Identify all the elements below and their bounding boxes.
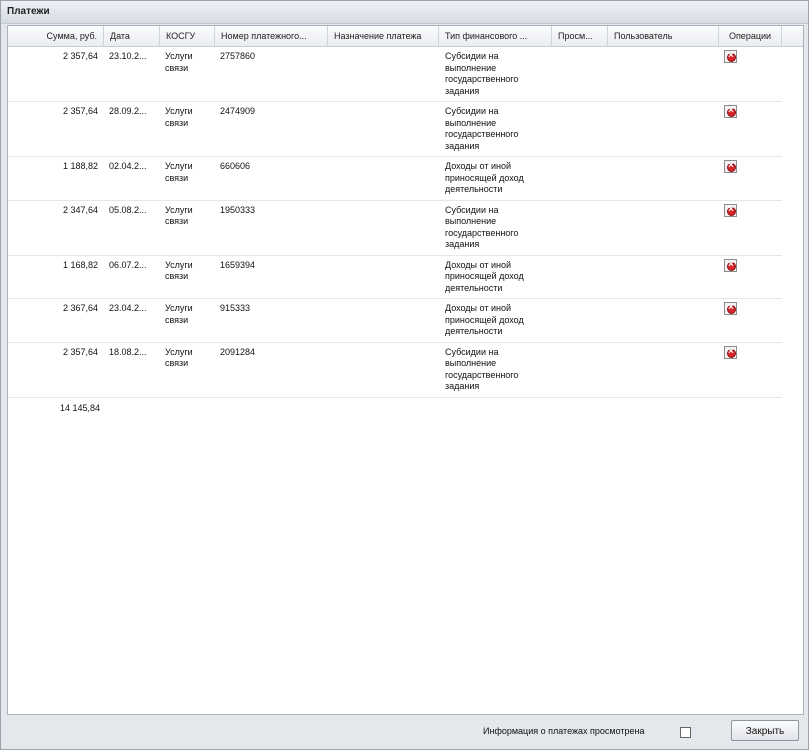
cell-payment-number: 2757860 bbox=[220, 51, 256, 61]
delete-icon[interactable] bbox=[724, 160, 737, 173]
cell-kosgu: Услуги связи bbox=[165, 161, 193, 183]
viewed-confirmation-label: Информация о платежах просмотрена bbox=[483, 726, 645, 736]
header-scroll-corner bbox=[782, 26, 803, 46]
cell-finance-type: Доходы от иной приносящей доход деятельн… bbox=[445, 303, 524, 336]
delete-icon[interactable] bbox=[724, 203, 737, 217]
payments-dialog: Платежи Сумма, руб. Дата КОСГУ Номер пла… bbox=[0, 0, 809, 750]
cell-payment-number: 660606 bbox=[220, 161, 251, 171]
header-operations[interactable]: Операции bbox=[719, 26, 782, 46]
table-row[interactable]: 2 357,64 18.08.2... Услуги связи 2091284 Суб… bbox=[8, 343, 782, 398]
cell-kosgu: Услуги связи bbox=[165, 346, 193, 369]
cell-payment-number: 1950333 bbox=[220, 204, 256, 215]
cell-amount: 2 367,64 bbox=[62, 303, 98, 313]
cell-date: 23.10.2... bbox=[109, 51, 147, 61]
cell-date: 23.04.2... bbox=[109, 303, 147, 313]
header-date[interactable]: Дата bbox=[104, 26, 160, 46]
delete-icon[interactable] bbox=[724, 258, 737, 272]
delete-icon[interactable] bbox=[724, 105, 737, 118]
table-row[interactable]: 2 357,64 23.10.2... Услуги связи 2757860 Суб… bbox=[8, 47, 782, 102]
delete-icon[interactable] bbox=[724, 302, 737, 315]
cell-amount: 2 357,64 bbox=[62, 106, 98, 116]
cell-amount: 2 357,64 bbox=[62, 51, 98, 61]
table-row[interactable]: 2 367,64 23.04.2... Услуги связи 915333 Дохо… bbox=[8, 299, 782, 343]
payments-grid: Сумма, руб. Дата КОСГУ Номер платежного.… bbox=[7, 25, 804, 715]
total-amount: 14 145,84 bbox=[59, 402, 100, 413]
header-user[interactable]: Пользователь bbox=[608, 26, 719, 46]
cell-finance-type: Субсидии на выполнение государственного … bbox=[445, 346, 519, 392]
cell-date: 28.09.2... bbox=[109, 106, 147, 116]
close-button[interactable]: Закрыть bbox=[731, 720, 799, 741]
grid-body: 2 357,64 23.10.2... Услуги связи 2757860 Суб… bbox=[8, 47, 782, 398]
dialog-title: Платежи bbox=[7, 6, 50, 17]
cell-date: 05.08.2... bbox=[109, 204, 147, 215]
table-row[interactable]: 2 357,64 28.09.2... Услуги связи 2474909 Суб… bbox=[8, 102, 782, 157]
header-kosgu[interactable]: КОСГУ bbox=[160, 26, 215, 46]
table-row[interactable]: 2 347,64 05.08.2... Услуги связи 1950333 Суб… bbox=[8, 201, 782, 256]
header-purpose[interactable]: Назначение платежа bbox=[328, 26, 439, 46]
cell-amount: 1 168,82 bbox=[62, 259, 98, 270]
table-row[interactable]: 1 188,82 02.04.2... Услуги связи 660606 Дохо… bbox=[8, 157, 782, 201]
dialog-titlebar[interactable]: Платежи bbox=[1, 1, 808, 24]
delete-icon[interactable] bbox=[724, 50, 737, 63]
cell-kosgu: Услуги связи bbox=[165, 106, 193, 128]
cell-finance-type: Доходы от иной приносящей доход деятельн… bbox=[445, 161, 524, 194]
cell-date: 06.07.2... bbox=[109, 259, 147, 270]
header-payment-number[interactable]: Номер платежного... bbox=[215, 26, 328, 46]
viewed-confirmation-checkbox[interactable] bbox=[680, 727, 691, 738]
cell-date: 02.04.2... bbox=[109, 161, 147, 171]
cell-finance-type: Субсидии на выполнение государственного … bbox=[445, 51, 519, 96]
header-amount[interactable]: Сумма, руб. bbox=[8, 26, 104, 46]
cell-finance-type: Субсидии на выполнение государственного … bbox=[445, 204, 519, 250]
cell-amount: 2 357,64 bbox=[62, 346, 98, 357]
cell-kosgu: Услуги связи bbox=[165, 204, 193, 227]
grid-header: Сумма, руб. Дата КОСГУ Номер платежного.… bbox=[8, 26, 803, 47]
cell-payment-number: 915333 bbox=[220, 303, 251, 313]
cell-kosgu: Услуги связи bbox=[165, 303, 193, 325]
header-finance-type[interactable]: Тип финансового ... bbox=[439, 26, 552, 46]
table-row[interactable]: 1 168,82 06.07.2... Услуги связи 1659394 Дох… bbox=[8, 256, 782, 299]
cell-kosgu: Услуги связи bbox=[165, 51, 193, 73]
dialog-footer: Информация о платежах просмотрена Закрыт… bbox=[1, 715, 808, 749]
cell-date: 18.08.2... bbox=[109, 346, 147, 357]
cell-kosgu: Услуги связи bbox=[165, 259, 193, 282]
cell-payment-number: 2091284 bbox=[220, 346, 256, 357]
cell-amount: 1 188,82 bbox=[62, 161, 98, 171]
cell-payment-number: 1659394 bbox=[220, 259, 256, 270]
cell-finance-type: Субсидии на выполнение государственного … bbox=[445, 106, 519, 151]
cell-payment-number: 2474909 bbox=[220, 106, 256, 116]
header-viewed[interactable]: Просм... bbox=[552, 26, 608, 46]
delete-icon[interactable] bbox=[724, 345, 737, 359]
cell-amount: 2 347,64 bbox=[62, 204, 98, 215]
cell-finance-type: Доходы от иной приносящей доход деятельн… bbox=[445, 259, 524, 293]
